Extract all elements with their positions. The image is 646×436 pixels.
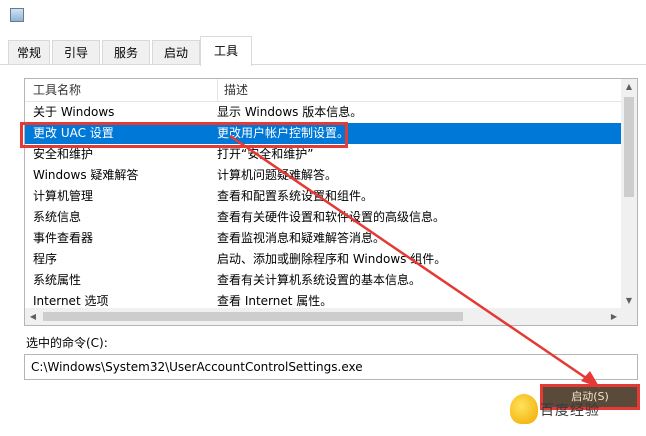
tool-description: 计算机问题疑难解答。 [217, 168, 338, 182]
tab-strip: 常规 引导 服务 启动 工具 [0, 36, 646, 66]
watermark: 百度经验 [510, 392, 610, 430]
scroll-left-icon[interactable]: ◀ [25, 308, 41, 325]
app-icon [10, 8, 24, 22]
list-item[interactable]: 事件查看器 查看监视消息和疑难解答消息。 [25, 228, 622, 249]
scroll-right-icon[interactable]: ▶ [606, 308, 622, 325]
column-header-name[interactable]: 工具名称 [33, 79, 209, 101]
horizontal-scroll-thumb[interactable] [43, 312, 463, 321]
tool-name: 程序 [33, 252, 58, 266]
lightbulb-icon [510, 394, 538, 424]
scroll-up-icon[interactable]: ▲ [621, 79, 637, 95]
tool-description: 查看监视消息和疑难解答消息。 [217, 231, 386, 245]
watermark-text: 百度经验 [540, 403, 600, 419]
tab-services[interactable]: 服务 [102, 40, 150, 64]
tab-boot[interactable]: 引导 [52, 40, 100, 64]
list-item[interactable]: 程序 启动、添加或删除程序和 Windows 组件。 [25, 249, 622, 270]
list-item[interactable]: Windows 疑难解答 计算机问题疑难解答。 [25, 165, 622, 186]
tool-description: 查看和配置系统设置和组件。 [217, 189, 374, 203]
list-header: 工具名称 描述 [25, 79, 622, 102]
tab-startup[interactable]: 启动 [152, 40, 200, 64]
uac-row-highlight [20, 122, 348, 148]
column-header-description[interactable]: 描述 [217, 79, 604, 101]
selected-command-field[interactable]: C:\Windows\System32\UserAccountControlSe… [24, 354, 638, 380]
tool-description: 查看有关计算机系统设置的基本信息。 [217, 273, 422, 287]
tool-name: 系统信息 [33, 210, 82, 224]
list-item[interactable]: 系统信息 查看有关硬件设置和软件设置的高级信息。 [25, 207, 622, 228]
title-bar [0, 0, 646, 32]
tools-list[interactable]: 工具名称 描述 关于 Windows 显示 Windows 版本信息。 更改 U… [24, 78, 638, 326]
list-item[interactable]: 系统属性 查看有关计算机系统设置的基本信息。 [25, 270, 622, 291]
horizontal-scrollbar[interactable]: ◀ ▶ [25, 308, 622, 325]
tab-general[interactable]: 常规 [8, 40, 50, 64]
tab-tools[interactable]: 工具 [200, 36, 252, 66]
vertical-scroll-thumb[interactable] [624, 97, 634, 197]
selected-command-label: 选中的命令(C): [26, 336, 108, 350]
vertical-scrollbar[interactable]: ▲ ▼ [621, 79, 637, 309]
tool-description: 启动、添加或删除程序和 Windows 组件。 [217, 252, 447, 266]
scrollbar-corner [621, 308, 637, 325]
tool-name: 系统属性 [33, 273, 82, 287]
list-item[interactable]: 计算机管理 查看和配置系统设置和组件。 [25, 186, 622, 207]
scroll-down-icon[interactable]: ▼ [621, 293, 637, 309]
list-item[interactable]: 关于 Windows 显示 Windows 版本信息。 [25, 102, 622, 123]
tool-name: 事件查看器 [33, 231, 94, 245]
tool-name: 关于 Windows [33, 105, 115, 119]
tool-description: 显示 Windows 版本信息。 [217, 105, 363, 119]
tool-name: 计算机管理 [33, 189, 94, 203]
tool-name: Windows 疑难解答 [33, 168, 139, 182]
tool-description: 查看有关硬件设置和软件设置的高级信息。 [217, 210, 446, 224]
